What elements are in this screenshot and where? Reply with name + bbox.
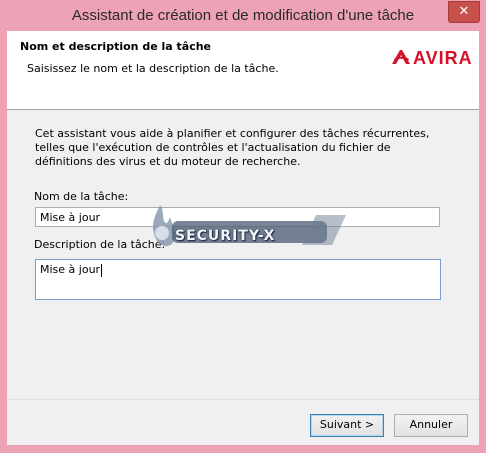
header-title: Nom et description de la tâche [20,40,212,53]
close-icon: ✕ [458,4,470,19]
task-description-value: Mise à jour [40,263,101,276]
task-name-value: Mise à jour [40,211,101,224]
window-title: Assistant de création et de modification… [71,7,415,24]
header-subtitle: Saisissez le nom et la description de la… [27,62,279,75]
close-button[interactable]: ✕ [448,1,480,23]
task-name-input[interactable]: Mise à jour [35,207,440,227]
next-button[interactable]: Suivant > [310,414,384,437]
watermark-text: SECURITY-X [175,228,276,244]
footer-divider [7,399,479,400]
wizard-header: Nom et description de la tâche Saisissez… [7,31,479,110]
text-caret [101,263,103,277]
logo-text: AVIRA [413,47,473,68]
task-description-label: Description de la tâche: [34,238,166,251]
wizard-window: Assistant de création et de modification… [0,0,486,453]
avira-logo: AVIRA [390,47,473,69]
cancel-button[interactable]: Annuler [394,414,468,437]
intro-text: Cet assistant vous aide à planifier et c… [35,127,430,168]
avira-umbrella-icon [392,50,410,64]
task-description-input[interactable]: Mise à jour [35,259,441,300]
title-bar[interactable]: Assistant de création et de modification… [0,0,486,31]
task-name-label: Nom de la tâche: [34,190,129,203]
